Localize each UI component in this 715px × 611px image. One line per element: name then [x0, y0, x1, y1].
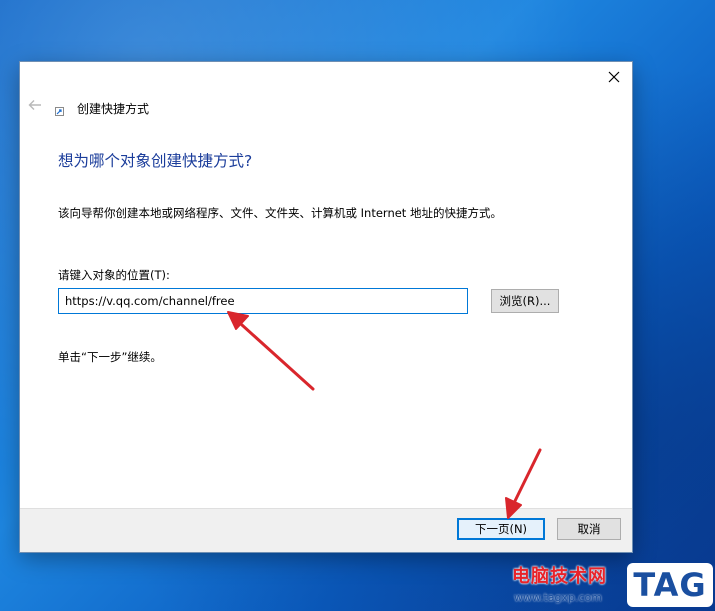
shortcut-wizard-icon — [55, 107, 64, 116]
create-shortcut-dialog: 创建快捷方式 想为哪个对象创建快捷方式? 该向导帮你创建本地或网络程序、文件、文… — [20, 62, 632, 552]
watermark-site-url: www.tagxp.com — [514, 591, 602, 604]
site-watermark: 电脑技术网 www.tagxp.com TAG — [508, 560, 715, 611]
continue-hint: 单击“下一步”继续。 — [58, 350, 162, 364]
close-button[interactable] — [600, 64, 628, 90]
page-heading: 想为哪个对象创建快捷方式? — [58, 152, 253, 170]
wizard-description: 该向导帮你创建本地或网络程序、文件、文件夹、计算机或 Internet 地址的快… — [58, 206, 502, 220]
back-button[interactable] — [25, 95, 45, 115]
cancel-button[interactable]: 取消 — [557, 518, 621, 540]
browse-button[interactable]: 浏览(R)... — [491, 289, 559, 313]
location-label: 请键入对象的位置(T): — [58, 268, 170, 282]
back-arrow-icon — [28, 100, 41, 110]
wizard-title: 创建快捷方式 — [77, 102, 150, 116]
watermark-tag-logo: TAG — [627, 563, 713, 607]
location-input[interactable] — [58, 288, 468, 314]
watermark-site-name: 电脑技术网 — [512, 566, 607, 587]
close-icon — [608, 71, 620, 83]
dialog-footer: 下一页(N) 取消 — [20, 508, 632, 552]
next-button[interactable]: 下一页(N) — [457, 518, 545, 540]
